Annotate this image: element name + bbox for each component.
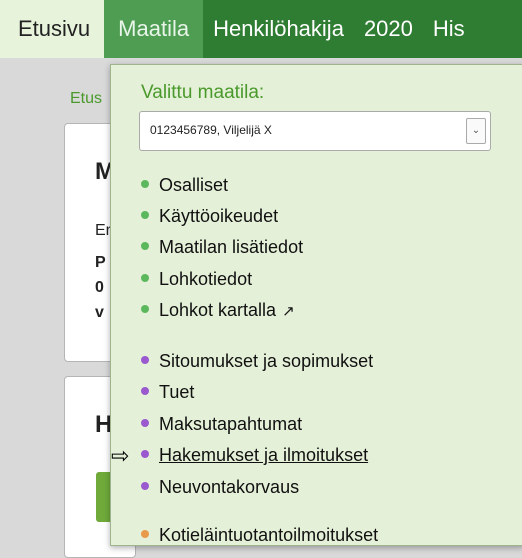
menu-item-label: Lohkotiedot (159, 269, 253, 289)
nav-tab-2020[interactable]: 2020 (354, 0, 423, 58)
menu-item-label: Hakemukset ja ilmoitukset (159, 445, 369, 465)
menu-item-kayttooikeudet[interactable]: Käyttöoikeudet (141, 206, 278, 234)
menu-item-maksutapahtumat[interactable]: Maksutapahtumat (141, 414, 302, 442)
menu-item-label: Sitoumukset ja sopimukset (159, 351, 374, 371)
bullet-dot-icon (141, 356, 149, 365)
menu-item-label: Osalliset (159, 175, 229, 195)
bullet-dot-icon (141, 419, 149, 428)
menu-item-label: Tuet (159, 382, 195, 402)
breadcrumb[interactable]: Etus (70, 90, 102, 108)
bullet-dot-icon (141, 242, 149, 251)
bullet-dot-icon (141, 305, 149, 314)
nav-tab-henkilohakija[interactable]: Henkilöhakija (203, 0, 354, 58)
bullet-dot-icon (141, 211, 149, 220)
menu-item-partial[interactable]: Kotieläintuotantoilmoitukset (141, 525, 378, 553)
menu-item-sitoumukset[interactable]: Sitoumukset ja sopimukset (141, 351, 373, 379)
menu-item-label: Käyttöoikeudet (159, 206, 279, 226)
nav-tab-etusivu[interactable]: Etusivu (0, 0, 105, 58)
menu-item-neuvontakorvaus[interactable]: Neuvontakorvaus (141, 477, 299, 505)
dropdown-title: Valittu maatila: (141, 82, 265, 103)
menu-item-lohkotiedot[interactable]: Lohkotiedot (141, 269, 252, 297)
menu-item-label: Kotieläintuotantoilmoitukset (159, 525, 379, 545)
bullet-dot-icon (141, 482, 149, 491)
menu-item-label: Neuvontakorvaus (159, 477, 300, 497)
chevron-down-icon[interactable]: ⌄ (466, 118, 486, 144)
arrow-right-icon: ⇨ (111, 443, 130, 468)
card-text-line: Er (95, 222, 111, 239)
nav-tab-history[interactable]: His (423, 0, 475, 58)
farm-select[interactable]: 0123456789, Viljelijä X ⌄ (139, 111, 491, 151)
bullet-dot-icon (141, 530, 149, 539)
bullet-dot-icon (141, 387, 149, 396)
card-text-line: P (95, 254, 106, 271)
menu-item-osalliset[interactable]: Osalliset (141, 175, 228, 203)
menu-item-maatilan-lisatiedot[interactable]: Maatilan lisätiedot (141, 237, 303, 265)
menu-item-lohkot-kartalla[interactable]: Lohkot kartalla ↗ (141, 300, 295, 328)
farm-select-value: 0123456789, Viljelijä X (150, 123, 272, 137)
bullet-dot-icon (141, 450, 149, 459)
top-navigation: Etusivu Maatila Henkilöhakija 2020 His (0, 0, 522, 58)
bullet-dot-icon (141, 180, 149, 189)
menu-item-tuet[interactable]: Tuet (141, 382, 194, 410)
menu-item-label: Maksutapahtumat (159, 414, 303, 434)
menu-item-label: Maatilan lisätiedot (159, 237, 304, 257)
card-text-line: 0 (95, 279, 104, 296)
card-text-line: v (95, 304, 104, 321)
external-link-icon: ↗ (282, 303, 295, 320)
nav-tab-maatila[interactable]: Maatila (104, 0, 204, 58)
bullet-dot-icon (141, 274, 149, 283)
maatila-dropdown-menu: Valittu maatila: 0123456789, Viljelijä X… (110, 64, 522, 546)
menu-item-hakemukset[interactable]: ⇨ Hakemukset ja ilmoitukset (111, 443, 369, 473)
menu-item-label: Lohkot kartalla (159, 300, 277, 320)
